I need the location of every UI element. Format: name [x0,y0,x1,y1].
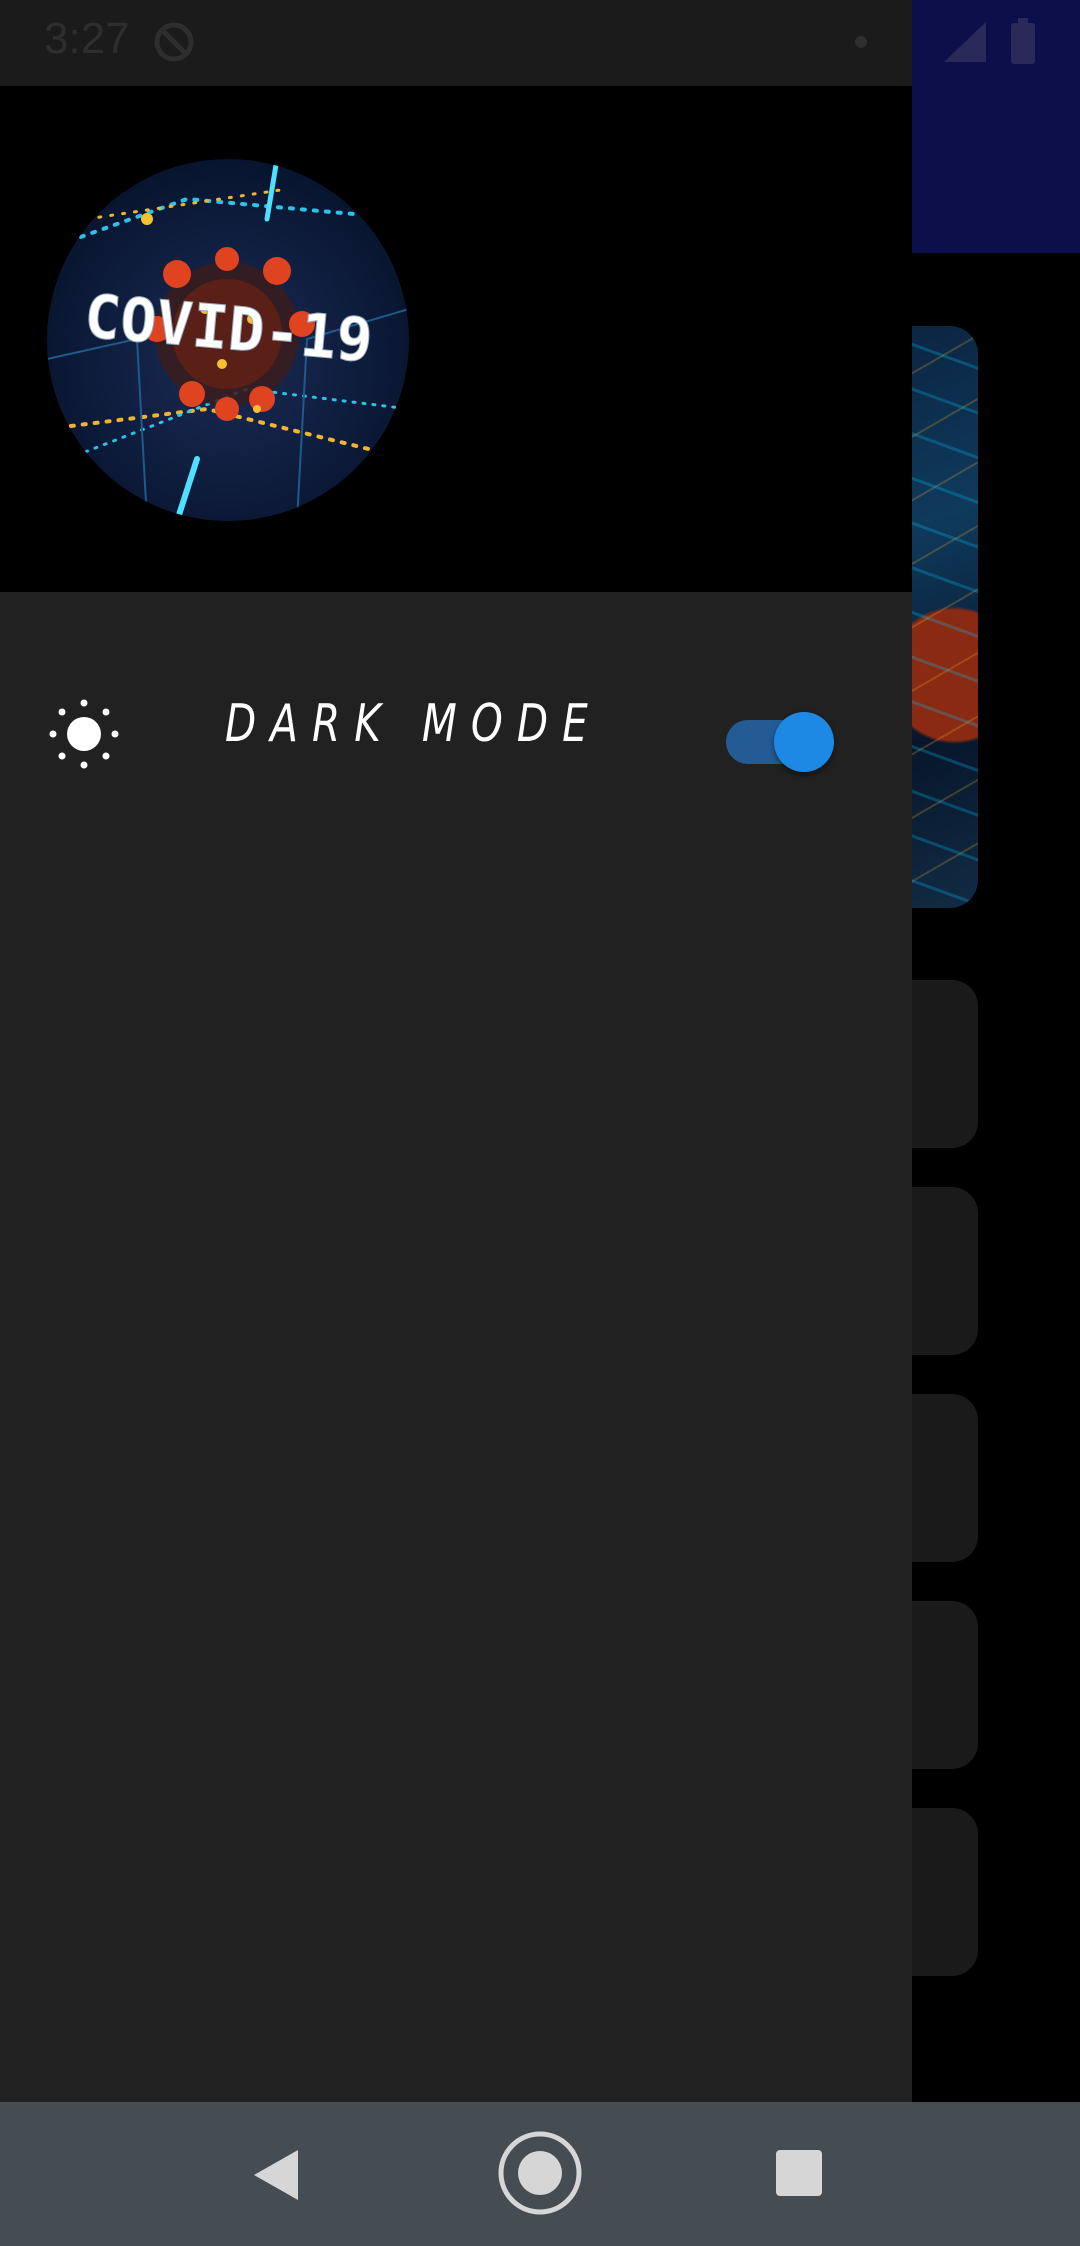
sun-icon [49,699,119,769]
status-bar: 3:27 [0,0,1080,86]
dark-mode-label: DARK MODE [225,694,602,754]
status-time: 3:27 [44,14,130,63]
battery-icon [1011,18,1035,64]
status-bar-overlay [912,0,1080,86]
recents-icon[interactable] [776,2150,822,2196]
sync-disabled-icon [154,22,194,62]
drawer-header: COVID-19 [0,86,912,592]
notification-dot-icon [855,36,867,48]
toggle-thumb [774,712,834,772]
navigation-drawer: COVID-19 DARK MODE [0,86,912,2102]
dark-mode-row[interactable]: DARK MODE [0,676,912,796]
system-nav-bar [0,2102,1080,2246]
home-icon[interactable] [497,2130,583,2216]
covid-19-logo: COVID-19 [47,159,409,521]
dark-mode-toggle[interactable] [726,708,836,772]
screen: 3:27 COVID-19 DARK MODE [0,0,1080,2246]
back-icon[interactable] [250,2148,300,2202]
signal-icon [944,22,986,62]
